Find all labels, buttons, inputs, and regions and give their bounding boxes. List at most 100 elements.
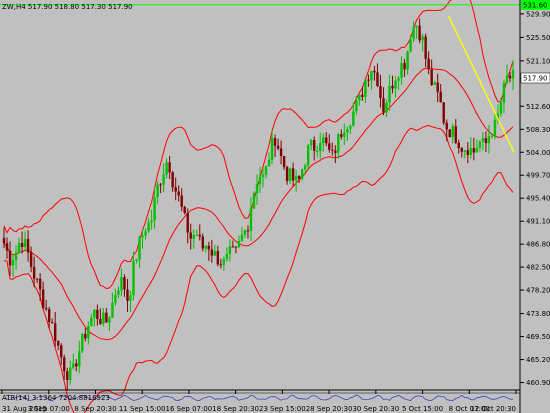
candle-body <box>162 174 165 185</box>
candle-body <box>171 172 174 188</box>
candle-body <box>47 309 51 323</box>
price-tick-label: 460.90 <box>526 379 550 387</box>
candle-body <box>451 126 454 138</box>
candle-body <box>35 278 39 280</box>
candle-body <box>234 246 238 248</box>
candle-body <box>379 86 382 99</box>
price-tick-label: 486.80 <box>526 241 550 249</box>
candle-body <box>243 230 247 235</box>
candle-body <box>261 174 265 177</box>
price-tick-label: 491.10 <box>526 218 550 226</box>
candle-body <box>204 245 207 249</box>
candle-body <box>424 36 427 59</box>
candle-body <box>14 252 18 261</box>
candle-body <box>285 167 289 181</box>
candle-body <box>427 58 430 70</box>
candle-body <box>26 239 30 253</box>
candle-body <box>123 277 126 290</box>
candle-body <box>5 243 9 251</box>
candle-body <box>442 102 445 123</box>
candle-body <box>409 39 412 52</box>
candle-body <box>135 259 138 261</box>
candle-body <box>421 36 424 41</box>
candle-body <box>213 251 217 256</box>
candle-body <box>310 140 313 146</box>
candle-body <box>319 143 322 151</box>
candle-body <box>502 83 506 103</box>
candle-body <box>129 295 132 301</box>
candle-body <box>183 206 186 213</box>
candle-body <box>300 169 304 179</box>
price-tick-label: 473.80 <box>526 310 550 318</box>
candle-body <box>231 246 235 248</box>
candle-body <box>237 240 241 248</box>
candle-body <box>69 367 72 380</box>
candle-body <box>322 137 325 144</box>
candle-body <box>72 363 75 368</box>
candle-body <box>255 184 259 194</box>
candle-body <box>433 82 436 85</box>
candle-body <box>87 326 90 339</box>
ohlc-open: 517.90 <box>27 3 53 11</box>
candle-body <box>38 278 42 290</box>
candle-body <box>291 168 295 181</box>
candle-body <box>132 260 135 296</box>
candle-body <box>400 63 403 78</box>
price-tick-label: 504.00 <box>526 149 550 157</box>
candle-body <box>150 220 153 223</box>
candle-body <box>63 357 66 372</box>
price-tick-label: 499.70 <box>526 172 550 180</box>
chart-header: ZW,H4 517.90 518.80 517.30 517.90 <box>2 3 133 11</box>
candle-body <box>174 187 177 192</box>
candle <box>442 102 445 126</box>
symbol-label: ZW,H4 <box>2 3 26 11</box>
price-chart[interactable]: 529.90 525.50 521.10 517.90 512.60 508.30 504.… <box>0 0 550 413</box>
indicator-label: ATR(14) 3.1364 7204.8816523 <box>2 394 110 402</box>
candle-body <box>376 72 379 87</box>
candle-body <box>364 79 367 97</box>
time-tick-label: 23 Sep 15:00 <box>259 405 306 413</box>
candle-body <box>189 232 192 239</box>
candle-body <box>141 235 144 238</box>
time-tick-label: 8 Sep 20:30 <box>74 405 116 413</box>
candle-body <box>334 150 337 153</box>
candle-body <box>367 79 370 81</box>
candle-body <box>484 138 488 144</box>
candle-body <box>430 69 433 85</box>
candle-body <box>460 148 463 152</box>
candle-body <box>469 148 473 156</box>
horizontal-line-label: 531.60 <box>523 1 548 9</box>
candle-body <box>370 70 373 81</box>
price-tick-label: 465.20 <box>526 356 550 364</box>
candle-body <box>102 312 105 324</box>
candle-body <box>258 176 262 185</box>
candle-body <box>475 147 479 153</box>
candle-body <box>313 140 316 151</box>
candle-body <box>373 70 376 73</box>
candle-body <box>192 234 195 239</box>
candle-body <box>156 184 159 198</box>
candle-body <box>195 234 198 236</box>
price-tick-label: 525.50 <box>526 34 550 42</box>
candle-body <box>391 85 394 89</box>
candle-body <box>138 237 141 260</box>
price-tick-label: 482.50 <box>526 264 550 272</box>
candle-body <box>54 323 57 341</box>
ohlc-close: 517.90 <box>108 3 133 11</box>
candle-body <box>66 371 69 380</box>
candle-body <box>406 51 409 70</box>
candle-body <box>144 231 147 236</box>
candle-body <box>105 312 108 323</box>
candle-body <box>2 237 6 244</box>
candle-body <box>249 208 253 231</box>
candle-body <box>180 195 183 207</box>
candle-body <box>198 234 201 237</box>
candle-body <box>246 230 250 232</box>
candle-body <box>114 295 117 303</box>
candle-body <box>84 333 87 339</box>
candle-body <box>388 85 391 103</box>
candle-body <box>337 134 340 153</box>
candle-body <box>273 138 277 146</box>
chart-window[interactable]: 529.90 525.50 521.10 517.90 512.60 508.30 504.… <box>0 0 550 413</box>
candle-body <box>219 264 223 266</box>
